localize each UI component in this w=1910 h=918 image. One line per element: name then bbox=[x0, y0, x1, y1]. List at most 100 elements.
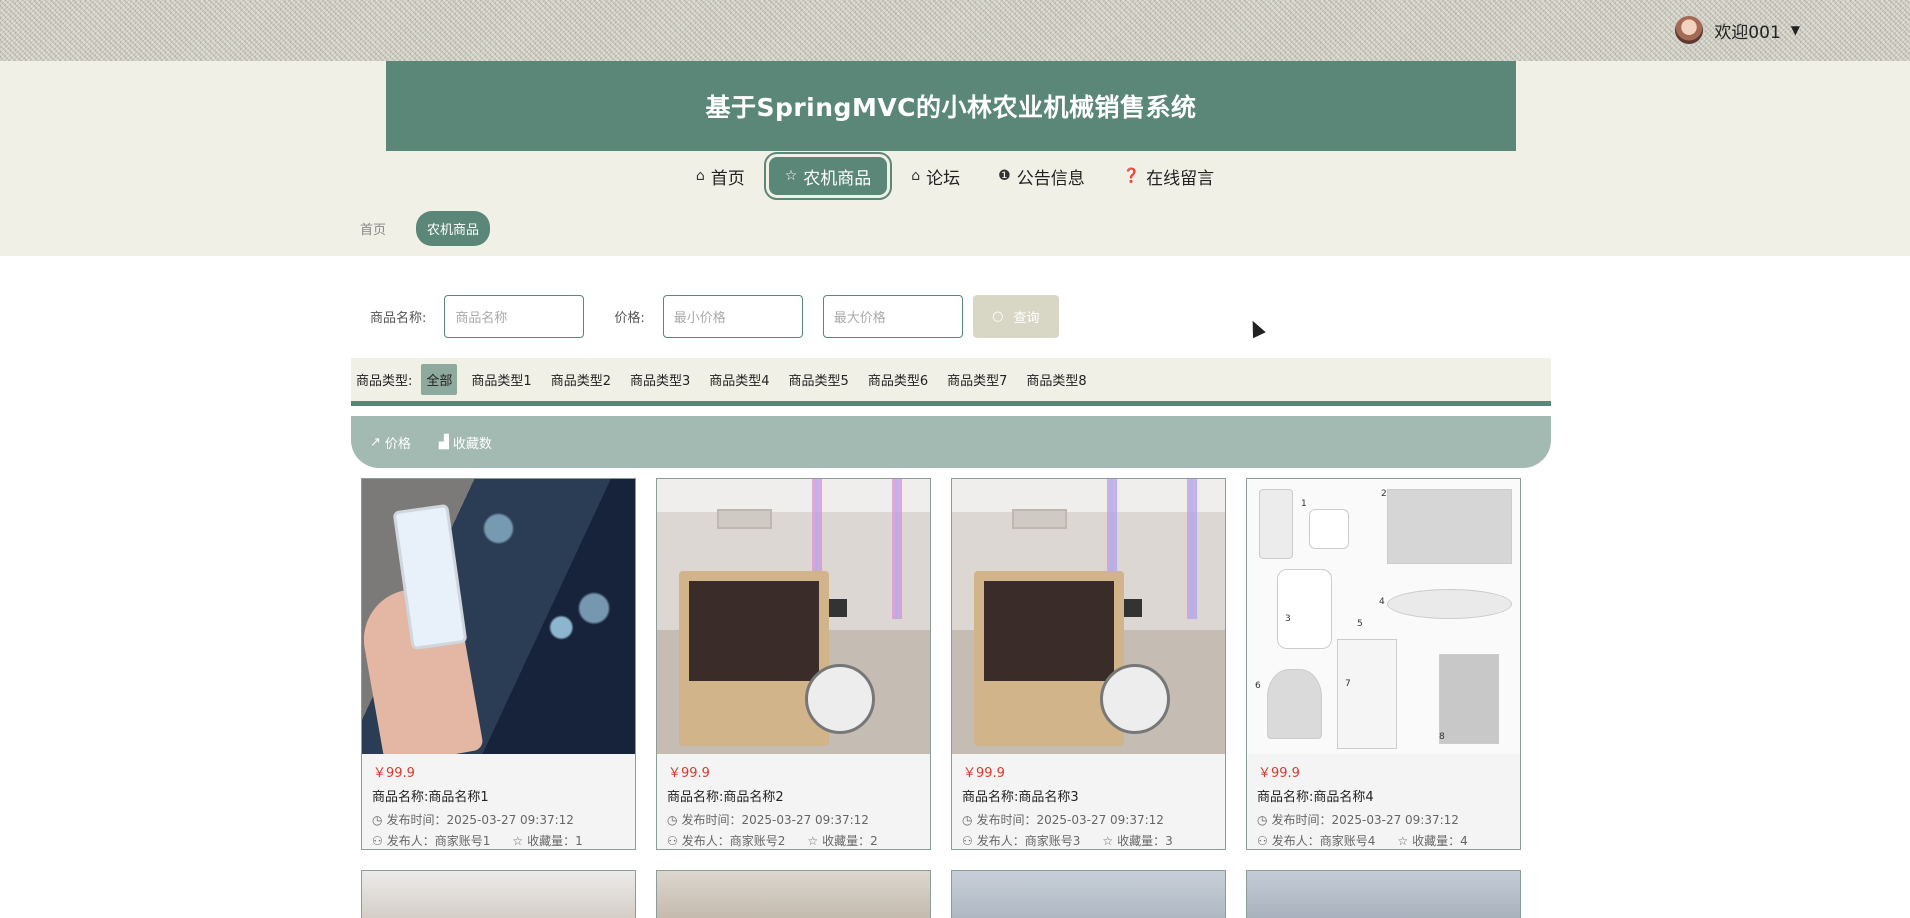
user-menu[interactable]: 欢迎001 ▼ bbox=[1674, 14, 1800, 46]
bar-chart-icon: ▟ bbox=[438, 434, 449, 450]
star-icon: ☆ bbox=[1397, 833, 1409, 848]
product-card-partial[interactable] bbox=[361, 870, 636, 918]
clock-icon: ◷ bbox=[962, 812, 973, 827]
product-card[interactable]: ￥99.9 商品名称:商品名称1 ◷ 发布时间：2025-03-27 09:37… bbox=[361, 478, 636, 850]
product-name: 商品名称:商品名称3 bbox=[962, 790, 1079, 805]
user-icon: ⚇ bbox=[962, 833, 973, 848]
info-icon: ❶ bbox=[998, 168, 1011, 184]
product-card[interactable]: 1 2 3 4 5 6 7 8 ￥99.9 商品名称:商品名称4 ◷ 发布时间：… bbox=[1246, 478, 1521, 850]
min-price-input[interactable]: 最小价格 bbox=[662, 294, 803, 338]
product-price: ￥99.9 bbox=[963, 766, 1005, 781]
product-image[interactable] bbox=[657, 479, 930, 754]
clock-icon: ◷ bbox=[1257, 812, 1268, 827]
category-label: 商品类型: bbox=[356, 374, 413, 389]
product-meta: ⚇ 发布人：商家账号3 ☆ 收藏量：3 bbox=[962, 832, 1173, 849]
clock-icon: ◷ bbox=[667, 812, 678, 827]
category-item[interactable]: 商品类型7 bbox=[942, 364, 1012, 395]
category-item[interactable]: 商品类型2 bbox=[546, 364, 616, 395]
name-label: 商品名称: bbox=[370, 310, 427, 326]
product-price: ￥99.9 bbox=[373, 766, 415, 781]
nav-item-label: 农机商品 bbox=[803, 168, 872, 189]
product-time-text: 发布时间：2025-03-27 09:37:12 bbox=[1271, 813, 1459, 827]
product-name: 商品名称:商品名称4 bbox=[1257, 790, 1374, 805]
category-filter: 商品类型: 全部 商品类型1 商品类型2 商品类型3 商品类型4 商品类型5 商… bbox=[351, 358, 1551, 401]
trend-icon: ↗ bbox=[370, 434, 381, 450]
category-item[interactable]: 商品类型3 bbox=[625, 364, 695, 395]
product-time: ◷ 发布时间：2025-03-27 09:37:12 bbox=[1257, 811, 1459, 828]
nav-item-label: 在线留言 bbox=[1146, 168, 1215, 189]
panel-shape bbox=[974, 571, 1124, 746]
product-publisher: 发布人：商家账号2 bbox=[681, 834, 786, 848]
device-label: 6 bbox=[1255, 681, 1261, 691]
nav-item-messages[interactable]: ❓ 在线留言 bbox=[1109, 154, 1228, 198]
nav-item-label: 首页 bbox=[710, 168, 745, 189]
sort-by-price[interactable]: ↗ 价格 bbox=[370, 433, 411, 452]
product-meta: ⚇ 发布人：商家账号2 ☆ 收藏量：2 bbox=[667, 832, 878, 849]
product-card[interactable]: ￥99.9 商品名称:商品名称3 ◷ 发布时间：2025-03-27 09:37… bbox=[951, 478, 1226, 850]
purifier-device-shape bbox=[1439, 654, 1499, 744]
nav-item-products[interactable]: ☆ 农机商品 bbox=[763, 152, 893, 200]
category-item[interactable]: 商品类型5 bbox=[784, 364, 854, 395]
product-card-partial[interactable] bbox=[951, 870, 1226, 918]
product-card-partial[interactable] bbox=[1246, 870, 1521, 918]
mouse-cursor-icon bbox=[1246, 317, 1266, 339]
category-item[interactable]: 商品类型1 bbox=[466, 364, 536, 395]
device-label: 2 bbox=[1381, 489, 1387, 499]
product-card[interactable]: ￥99.9 商品名称:商品名称2 ◷ 发布时间：2025-03-27 09:37… bbox=[656, 478, 931, 850]
light-strip-shape bbox=[1187, 479, 1197, 619]
product-image[interactable] bbox=[362, 479, 635, 754]
panel-shape bbox=[679, 571, 829, 746]
search-icon: ○ bbox=[992, 308, 1004, 324]
avatar[interactable] bbox=[1674, 15, 1705, 45]
product-favorites: 收藏量：1 bbox=[527, 834, 583, 848]
product-image[interactable] bbox=[952, 479, 1225, 754]
device-label: 1 bbox=[1301, 499, 1307, 509]
nav-item-forum[interactable]: ⌂ 论坛 bbox=[897, 154, 974, 198]
product-favorites: 收藏量：3 bbox=[1117, 834, 1173, 848]
search-row: 商品名称: 商品名称 价格: 最小价格 最大价格 ○ 查询 bbox=[370, 294, 1059, 338]
nav-item-label: 论坛 bbox=[926, 168, 961, 189]
main-nav: ⌂ 首页 ☆ 农机商品 ⌂ 论坛 ❶ 公告信息 ❓ 在线留言 bbox=[0, 152, 1910, 200]
category-item[interactable]: 商品类型4 bbox=[704, 364, 774, 395]
top-bar bbox=[0, 0, 1910, 61]
help-icon: ❓ bbox=[1122, 168, 1141, 184]
product-card-partial[interactable] bbox=[656, 870, 931, 918]
device-label: 7 bbox=[1345, 679, 1351, 689]
sensor-device-shape bbox=[1337, 639, 1397, 749]
phone-device-shape bbox=[1259, 489, 1293, 559]
user-icon: ⚇ bbox=[667, 833, 678, 848]
product-meta: ⚇ 发布人：商家账号4 ☆ 收藏量：4 bbox=[1257, 832, 1468, 849]
caret-down-icon[interactable]: ▼ bbox=[1791, 23, 1800, 37]
category-item[interactable]: 商品类型8 bbox=[1021, 364, 1091, 395]
product-time: ◷ 发布时间：2025-03-27 09:37:12 bbox=[667, 811, 869, 828]
category-item[interactable]: 商品类型6 bbox=[863, 364, 933, 395]
category-item-all[interactable]: 全部 bbox=[421, 364, 458, 395]
name-search-input[interactable]: 商品名称 bbox=[444, 294, 585, 338]
light-strip-shape bbox=[892, 479, 902, 619]
speaker-device-shape bbox=[1387, 489, 1512, 564]
product-time-text: 发布时间：2025-03-27 09:37:12 bbox=[976, 813, 1164, 827]
lock-icon: ⌂ bbox=[911, 168, 921, 184]
nav-item-announcements[interactable]: ❶ 公告信息 bbox=[984, 154, 1099, 198]
device-label: 3 bbox=[1285, 614, 1291, 624]
breadcrumb-current: 农机商品 bbox=[416, 210, 491, 246]
home-icon: ⌂ bbox=[695, 168, 705, 184]
star-icon: ☆ bbox=[1102, 833, 1114, 848]
product-image[interactable]: 1 2 3 4 5 6 7 8 bbox=[1247, 479, 1520, 754]
sort-by-favorites[interactable]: ▟ 收藏数 bbox=[439, 433, 492, 452]
star-icon: ☆ bbox=[784, 168, 798, 184]
device-label: 4 bbox=[1379, 597, 1385, 607]
breadcrumb-home[interactable]: 首页 bbox=[360, 219, 386, 238]
sort-bar: ↗ 价格 ▟ 收藏数 bbox=[351, 416, 1551, 468]
home-speaker-shape bbox=[1267, 669, 1322, 739]
price-label: 价格: bbox=[614, 310, 645, 326]
nav-item-home[interactable]: ⌂ 首页 bbox=[682, 154, 759, 198]
max-price-input[interactable]: 最大价格 bbox=[822, 294, 963, 338]
user-welcome-text[interactable]: 欢迎001 bbox=[1714, 18, 1780, 43]
site-title: 基于SpringMVC的小林农业机械销售系统 bbox=[705, 93, 1197, 122]
product-meta: ⚇ 发布人：商家账号1 ☆ 收藏量：1 bbox=[372, 832, 583, 849]
speaker-shape bbox=[805, 664, 875, 734]
search-button[interactable]: ○ 查询 bbox=[972, 294, 1059, 338]
product-time: ◷ 发布时间：2025-03-27 09:37:12 bbox=[962, 811, 1164, 828]
product-name: 商品名称:商品名称1 bbox=[372, 790, 489, 805]
